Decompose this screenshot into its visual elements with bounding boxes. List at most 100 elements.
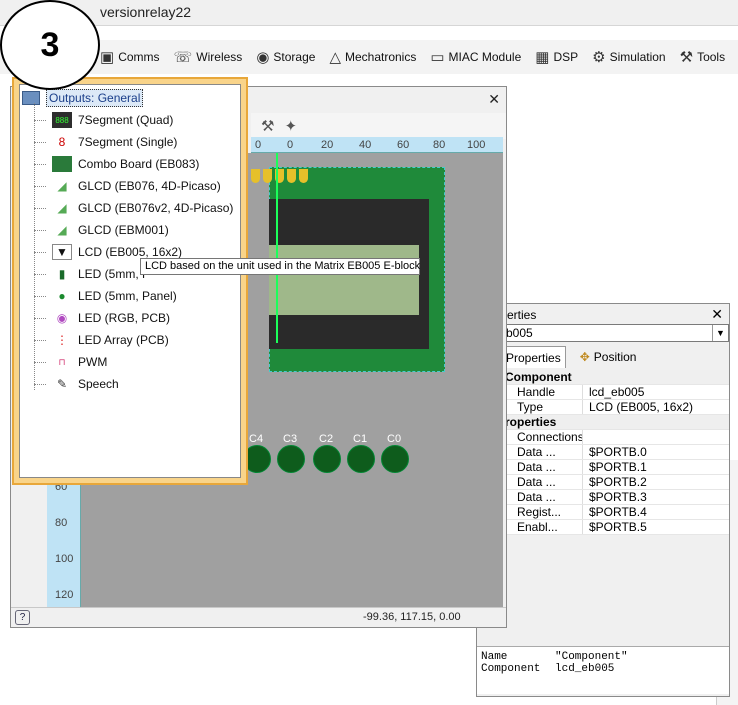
menu-item-7segment-quad[interactable]: 888 7Segment (Quad): [34, 109, 173, 131]
menu-item-led-rgb[interactable]: ◉ LED (RGB, PCB): [34, 307, 170, 329]
menu-item-pwm[interactable]: ⊓ PWM: [34, 351, 107, 373]
menu-item-label: Combo Board (EB083): [78, 157, 200, 171]
menu-item-label: LED Array (PCB): [78, 333, 169, 347]
description-key: Name: [481, 651, 508, 663]
toolbar-tools-button[interactable]: ⚒ Tools: [680, 48, 725, 66]
led-rgb-icon: ◉: [56, 311, 68, 325]
menu-item-label: GLCD (EBM001): [78, 223, 169, 237]
properties-panel: erties ✕ b005 ▼ Properties ✥ Position Com…: [476, 303, 730, 697]
menu-item-7segment-single[interactable]: 8 7Segment (Single): [34, 131, 177, 153]
property-row[interactable]: Handle lcd_eb005: [501, 385, 729, 400]
property-key: Regist...: [501, 505, 583, 519]
property-value: $PORTB.5: [589, 520, 647, 534]
menu-item-speech[interactable]: ✎ Speech: [34, 373, 119, 395]
step-number: 3: [40, 25, 60, 64]
pointer-icon[interactable]: ✦: [284, 117, 297, 135]
window-title: versionrelay22: [100, 4, 192, 20]
toolbar-dsp-button[interactable]: ▦ DSP: [535, 48, 578, 66]
property-value: $PORTB.3: [589, 490, 647, 504]
property-row[interactable]: Data ... $PORTB.2: [501, 475, 729, 490]
lcd-display-glass: [269, 245, 419, 315]
window-title-bar: versionrelay22: [0, 0, 738, 26]
menu-header[interactable]: Outputs: General: [22, 89, 144, 107]
menu-item-combo-board[interactable]: Combo Board (EB083): [34, 153, 199, 175]
menu-item-led-array[interactable]: ⋮ LED Array (PCB): [34, 329, 169, 351]
led-label: C2: [319, 433, 334, 445]
close-icon[interactable]: ✕: [488, 91, 500, 108]
property-key: Type: [501, 400, 583, 414]
toolbar-mechatronics-button[interactable]: △ Mechatronics: [329, 48, 416, 66]
ruler-tick-label: 100: [467, 139, 486, 151]
property-row[interactable]: Data ... $PORTB.0: [501, 445, 729, 460]
menu-item-led-5mm-pcb[interactable]: ▮ LED (5mm, P: [34, 263, 150, 285]
menu-item-label: 7Segment (Quad): [78, 113, 174, 127]
led-array-icon: ⋮: [56, 333, 68, 347]
property-value: $PORTB.4: [589, 505, 647, 519]
combo-board-icon: [52, 156, 72, 172]
led-c1[interactable]: [347, 445, 375, 473]
cursor-coordinates: -99.36, 117.15, 0.00: [363, 611, 461, 623]
property-key: Handle: [501, 385, 583, 399]
connector-pad: [251, 169, 260, 183]
property-row[interactable]: Enabl... $PORTB.5: [501, 520, 729, 535]
outputs-component-menu: Outputs: General 888 7Segment (Quad) 8 7Se…: [12, 77, 248, 485]
7segment-quad-icon: 888: [52, 112, 72, 128]
property-key: Data ...: [501, 445, 583, 459]
panel-toolbar: ⚒ ✦: [251, 113, 506, 139]
ruler-tick-label: 120: [55, 589, 74, 601]
property-row[interactable]: Connections: [501, 430, 729, 445]
folder-arrow-icon: [22, 91, 40, 105]
menu-item-label: LED (5mm, Panel): [78, 289, 177, 303]
menu-item-glcd-eb076v2[interactable]: ◢ GLCD (EB076v2, 4D-Picaso): [34, 197, 233, 219]
toolbar-wireless-button[interactable]: ☏ Wireless: [174, 48, 243, 66]
menu-item-label: GLCD (EB076v2, 4D-Picaso): [78, 201, 234, 215]
help-icon[interactable]: ?: [15, 610, 30, 625]
toolbar-label: Mechatronics: [344, 50, 417, 64]
toolbar-comms-button[interactable]: ▣ Comms: [100, 48, 160, 66]
led-panel-icon: ●: [58, 289, 66, 303]
property-key: Connections: [501, 430, 583, 444]
tab-label: Position: [593, 350, 637, 364]
miac-icon: ▭: [430, 49, 445, 66]
property-row[interactable]: Type LCD (EB005, 16x2): [501, 400, 729, 415]
menu-item-glcd-eb076[interactable]: ◢ GLCD (EB076, 4D-Picaso): [34, 175, 221, 197]
menu-item-label: LED (RGB, PCB): [78, 311, 171, 325]
menu-item-label: Speech: [78, 377, 119, 391]
tab-properties[interactable]: Properties: [501, 346, 566, 368]
wrench-icon[interactable]: ⚒: [261, 117, 274, 135]
speech-icon: ✎: [56, 377, 68, 391]
menu-item-glcd-ebm001[interactable]: ◢ GLCD (EBM001): [34, 219, 169, 241]
ruler-tick-label: 80: [55, 517, 68, 529]
property-section[interactable]: roperties: [501, 415, 729, 430]
property-row[interactable]: Data ... $PORTB.1: [501, 460, 729, 475]
menu-item-label: 7Segment (Single): [78, 135, 178, 149]
toolbar-label: Simulation: [609, 50, 666, 64]
description-value: lcd_eb005: [555, 663, 615, 675]
toolbar-storage-button[interactable]: ◉ Storage: [256, 48, 315, 66]
property-section[interactable]: Component: [501, 370, 729, 385]
close-icon[interactable]: ✕: [711, 306, 723, 323]
toolbar-miac-button[interactable]: ▭ MIAC Module: [430, 48, 521, 66]
toolbar-label: Tools: [697, 50, 726, 64]
property-row[interactable]: Data ... $PORTB.3: [501, 490, 729, 505]
menu-item-led-5mm-panel[interactable]: ● LED (5mm, Panel): [34, 285, 177, 307]
led-label: C1: [353, 433, 368, 445]
glcd-icon: ◢: [57, 201, 67, 215]
led-c3[interactable]: [277, 445, 305, 473]
tab-position[interactable]: ✥ Position: [576, 346, 641, 368]
led-c2[interactable]: [313, 445, 341, 473]
property-row[interactable]: Regist... $PORTB.4: [501, 505, 729, 520]
led-c0[interactable]: [381, 445, 409, 473]
7segment-single-icon: 8: [58, 135, 66, 149]
ruler-tick-label: 0: [287, 139, 294, 151]
component-tree: Outputs: General 888 7Segment (Quad) 8 7Se…: [19, 84, 241, 478]
chevron-down-icon[interactable]: ▼: [712, 325, 728, 341]
alignment-guide: [276, 153, 278, 343]
toolbar-label: DSP: [553, 50, 579, 64]
toolbar-label: Comms: [118, 50, 160, 64]
menu-item-label: GLCD (EB076, 4D-Picaso): [78, 179, 221, 193]
component-selector[interactable]: b005 ▼: [501, 324, 729, 342]
led-label: C3: [283, 433, 298, 445]
toolbar-simulation-button[interactable]: ⚙ Simulation: [592, 48, 665, 66]
ruler-tick-label: 80: [433, 139, 446, 151]
